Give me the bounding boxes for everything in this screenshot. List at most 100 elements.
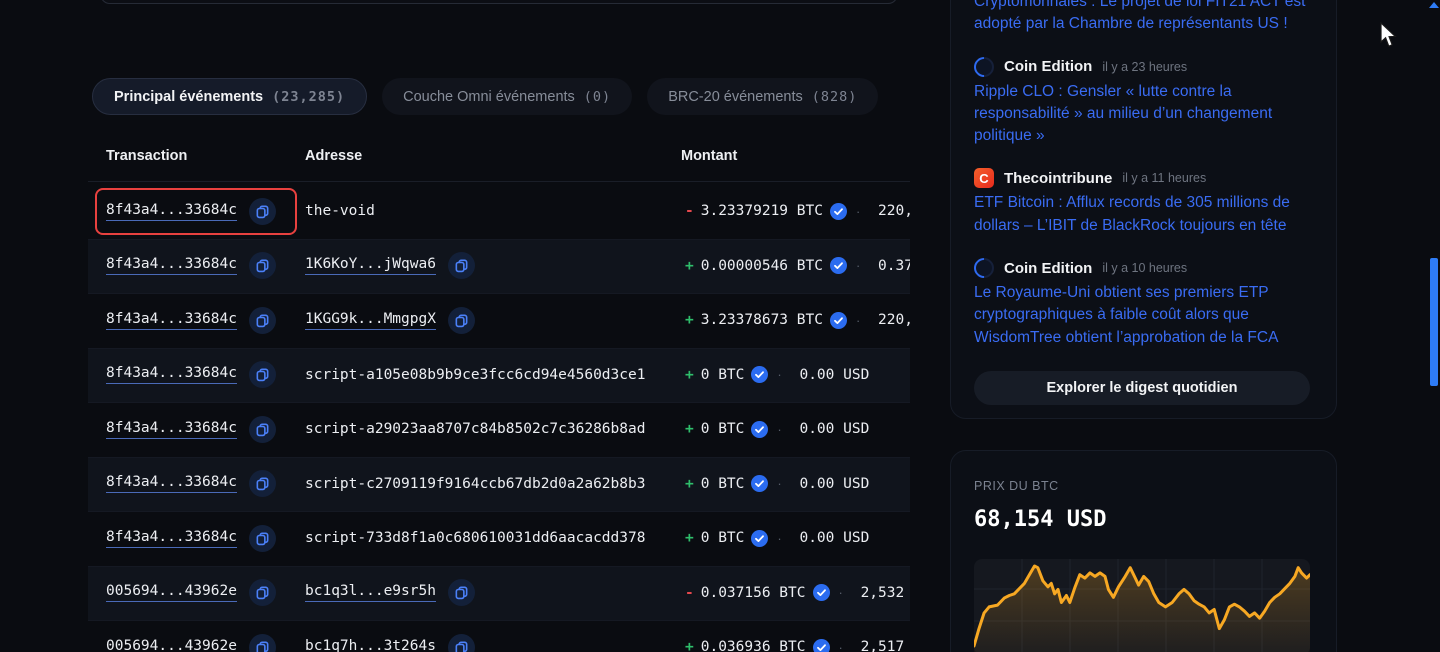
transaction-hash-link[interactable]: 8f43a4...33684c [106, 311, 237, 330]
dot-separator: · [839, 640, 843, 652]
dot-separator: · [839, 585, 843, 600]
explore-digest-button[interactable]: Explorer le digest quotidien [974, 371, 1310, 405]
table-row: 005694...43962e bc1q7h...3t264s + 0.0369… [88, 620, 910, 652]
transaction-hash-link[interactable]: 8f43a4...33684c [106, 529, 237, 548]
copy-address-button[interactable] [448, 579, 475, 606]
event-tabs: Principal événements (23,285) Couche Omn… [92, 78, 878, 115]
verified-check-icon [751, 530, 768, 547]
copy-address-button[interactable] [448, 307, 475, 334]
copy-transaction-button[interactable] [249, 198, 276, 225]
row-divider [88, 402, 910, 403]
verified-check-icon [751, 366, 768, 383]
copy-transaction-button[interactable] [249, 307, 276, 334]
tab-brc20-evenements[interactable]: BRC-20 événements (828) [647, 78, 878, 115]
row-divider [88, 348, 910, 349]
news-headline-link[interactable]: Ripple CLO : Gensler « lutte contre la r… [974, 81, 1313, 148]
verified-check-icon [751, 475, 768, 492]
thecointribune-icon: C [974, 168, 994, 188]
transaction-cell: 8f43a4...33684c [106, 525, 276, 552]
amount-cell: + 0 BTC · 0.00 USD [685, 421, 869, 438]
dot-separator: · [856, 204, 860, 219]
btc-price-chart[interactable] [974, 559, 1310, 652]
scrollbar-up-arrow-icon[interactable] [1429, 2, 1439, 8]
amount-sign: + [685, 530, 694, 546]
news-headline-link[interactable]: Le Royaume-Uni obtient ses premiers ETP … [974, 282, 1313, 349]
table-row: 8f43a4...33684c script-c2709119f9164ccb6… [88, 457, 910, 512]
transaction-hash-link[interactable]: 8f43a4...33684c [106, 202, 237, 221]
dot-separator: · [777, 531, 781, 546]
column-header-transaction: Transaction [106, 148, 187, 164]
news-source-name: Coin Edition [1004, 58, 1092, 75]
address-cell: bc1q7h...3t264s [305, 634, 475, 652]
amount-btc: 3.23378673 BTC [701, 312, 823, 328]
tab-label: Principal événements [114, 89, 263, 105]
news-timestamp: il y a 10 heures [1102, 261, 1187, 275]
amount-usd: 2,532 [852, 585, 904, 601]
table-header: Transaction Adresse Montant [88, 140, 910, 184]
address-cell: script-733d8f1a0c680610031dd6aacacdd378 [305, 530, 645, 546]
news-timestamp: il y a 23 heures [1102, 60, 1187, 74]
news-headline-link[interactable]: ETF Bitcoin : Afflux records de 305 mill… [974, 192, 1313, 237]
copy-icon [454, 258, 469, 273]
verified-check-icon [813, 639, 830, 652]
row-divider [88, 620, 910, 621]
address-link[interactable]: 1K6KoY...jWqwa6 [305, 256, 436, 275]
row-divider [88, 457, 910, 458]
row-divider [88, 239, 910, 240]
transaction-hash-link[interactable]: 005694...43962e [106, 583, 237, 602]
amount-btc: 0.00000546 BTC [701, 258, 823, 274]
scrollbar-thumb[interactable] [1430, 258, 1438, 386]
amount-usd: 0.00 USD [791, 421, 870, 437]
amount-sign: + [685, 421, 694, 437]
copy-transaction-button[interactable] [249, 634, 276, 652]
amount-cell: - 3.23379219 BTC · 220, [685, 203, 910, 220]
transaction-hash-link[interactable]: 8f43a4...33684c [106, 256, 237, 275]
transaction-cell: 8f43a4...33684c [106, 361, 276, 388]
verified-check-icon [813, 584, 830, 601]
btc-price-card: PRIX DU BTC 68,154 USD [950, 450, 1337, 652]
amount-btc: 0 BTC [701, 421, 745, 437]
copy-transaction-button[interactable] [249, 416, 276, 443]
tab-couche-omni-evenements[interactable]: Couche Omni événements (0) [382, 78, 632, 115]
tab-principal-evenements[interactable]: Principal événements (23,285) [92, 78, 367, 115]
address-cell: script-a105e08b9b9ce3fcc6cd94e4560d3ce1 [305, 367, 645, 383]
transaction-hash-link[interactable]: 005694...43962e [106, 638, 237, 652]
transaction-hash-link[interactable]: 8f43a4...33684c [106, 420, 237, 439]
dot-separator: · [777, 476, 781, 491]
news-item: Coin Edition il y a 10 heures Le Royaume… [974, 257, 1313, 349]
search-bar-bottom-edge[interactable] [100, 0, 898, 4]
transaction-hash-link[interactable]: 8f43a4...33684c [106, 365, 237, 384]
news-item: C Thecointribune il y a 11 heures ETF Bi… [974, 167, 1313, 237]
copy-transaction-button[interactable] [249, 470, 276, 497]
transaction-cell: 005694...43962e [106, 579, 276, 606]
amount-usd: 220, [869, 203, 910, 219]
transaction-hash-link[interactable]: 8f43a4...33684c [106, 474, 237, 493]
table-row: 8f43a4...33684c the-void - 3.23379219 BT… [88, 184, 910, 239]
copy-icon [454, 313, 469, 328]
row-divider [88, 511, 910, 512]
copy-transaction-button[interactable] [249, 252, 276, 279]
column-header-montant: Montant [681, 148, 737, 164]
copy-transaction-button[interactable] [249, 361, 276, 388]
address-link[interactable]: 1KGG9k...MmgpgX [305, 311, 436, 330]
copy-transaction-button[interactable] [249, 579, 276, 606]
address-text: script-a105e08b9b9ce3fcc6cd94e4560d3ce1 [305, 367, 645, 383]
amount-cell: + 0 BTC · 0.00 USD [685, 475, 869, 492]
row-divider [88, 566, 910, 567]
address-link[interactable]: bc1q3l...e9sr5h [305, 583, 436, 602]
copy-address-button[interactable] [448, 252, 475, 279]
btc-price-value: 68,154 USD [974, 507, 1313, 532]
copy-address-button[interactable] [448, 634, 475, 652]
news-headline-link[interactable]: Cryptomonnaies : Le projet de loi FIT21 … [974, 0, 1313, 36]
address-link[interactable]: bc1q7h...3t264s [305, 638, 436, 652]
verified-check-icon [830, 257, 847, 274]
table-row: 8f43a4...33684c 1K6KoY...jWqwa6 + 0.0000… [88, 239, 910, 294]
transaction-cell: 8f43a4...33684c [106, 307, 276, 334]
tab-count: (828) [812, 89, 858, 105]
address-cell: bc1q3l...e9sr5h [305, 579, 475, 606]
address-cell: 1K6KoY...jWqwa6 [305, 252, 475, 279]
copy-transaction-button[interactable] [249, 525, 276, 552]
table-row: 005694...43962e bc1q3l...e9sr5h - 0.0371… [88, 566, 910, 621]
column-header-adresse: Adresse [305, 148, 362, 164]
coin-edition-icon [970, 52, 998, 80]
